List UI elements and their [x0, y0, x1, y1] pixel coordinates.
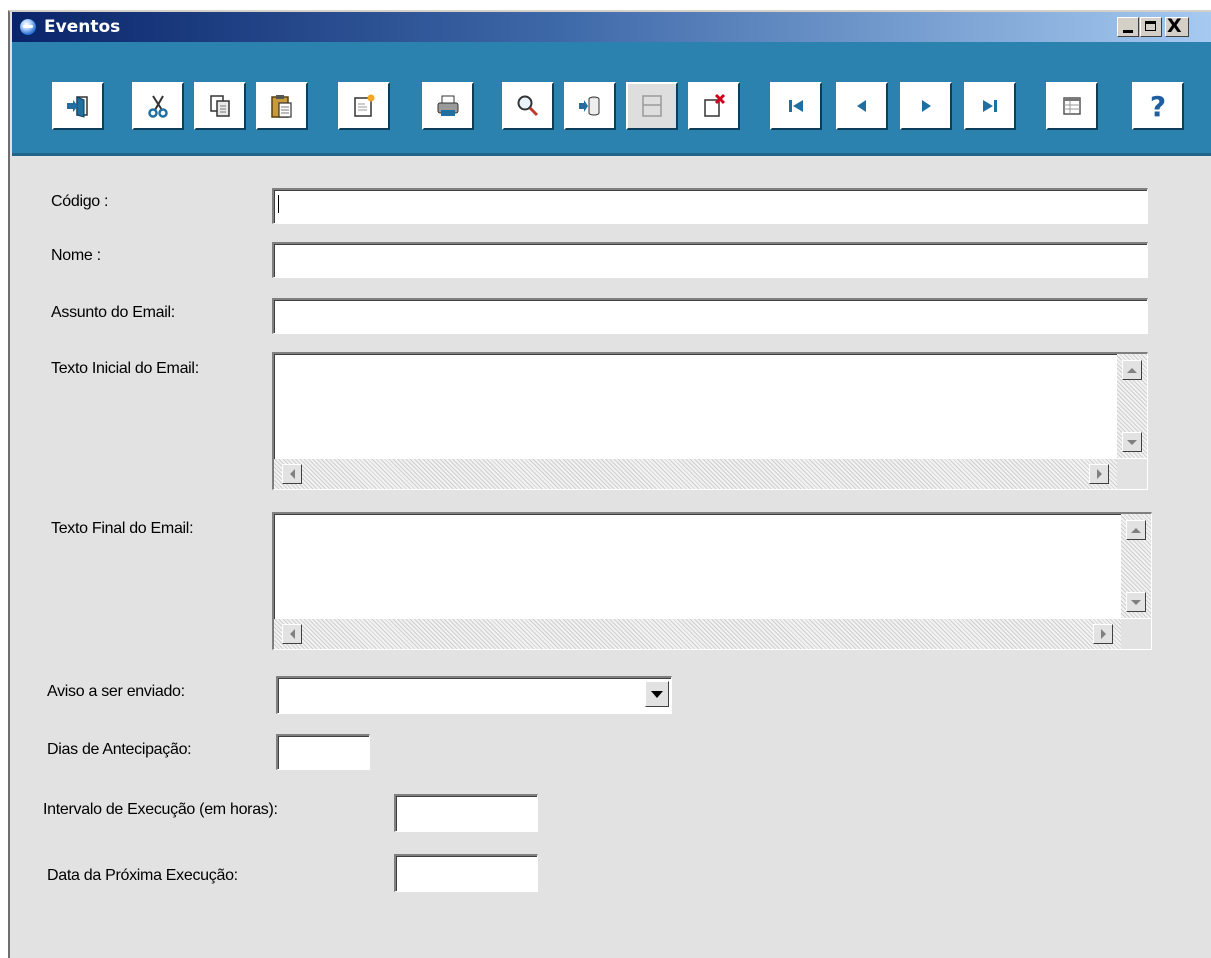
assunto-input[interactable] — [272, 298, 1148, 334]
magnifier-icon — [517, 95, 539, 117]
aviso-select[interactable] — [276, 676, 672, 714]
text-caret — [278, 195, 279, 213]
intervalo-label: Intervalo de Execução (em horas): — [43, 801, 278, 818]
horizontal-scrollbar[interactable] — [274, 459, 1117, 489]
assunto-label: Assunto do Email: — [51, 304, 175, 321]
scroll-down-button[interactable] — [1122, 432, 1142, 452]
texto-final-textarea[interactable] — [272, 512, 1152, 650]
texto-inicial-textarea[interactable] — [272, 352, 1148, 490]
last-record-button[interactable] — [964, 82, 1016, 130]
scroll-corner — [1121, 619, 1151, 649]
scroll-down-button[interactable] — [1126, 592, 1146, 612]
nome-input[interactable] — [272, 242, 1148, 278]
codigo-input[interactable] — [272, 188, 1148, 224]
scroll-up-icon — [1127, 367, 1137, 373]
last-record-icon — [983, 100, 997, 112]
scroll-left-icon — [289, 629, 295, 639]
previous-record-button[interactable] — [836, 82, 888, 130]
intervalo-input[interactable] — [394, 794, 538, 832]
data-proxima-label: Data da Próxima Execução: — [47, 867, 238, 884]
copy-button[interactable] — [194, 82, 246, 130]
scissors-icon — [148, 95, 168, 118]
first-record-button[interactable] — [770, 82, 822, 130]
app-icon — [20, 19, 36, 35]
grid-icon — [1063, 97, 1081, 115]
new-record-icon — [354, 94, 375, 117]
scroll-up-button[interactable] — [1122, 360, 1142, 380]
data-proxima-input[interactable] — [394, 854, 538, 892]
scroll-down-icon — [1127, 439, 1137, 445]
texto-final-label: Texto Final do Email: — [51, 520, 194, 537]
next-record-icon — [922, 100, 931, 112]
texto-inicial-label: Texto Inicial do Email: — [51, 360, 199, 377]
dias-label: Dias de Antecipação: — [47, 741, 192, 758]
nome-label: Nome : — [51, 247, 101, 264]
scroll-right-button[interactable] — [1089, 464, 1109, 484]
save-database-icon — [579, 96, 600, 116]
title-bar[interactable]: Eventos X — [12, 12, 1211, 42]
minimize-button[interactable] — [1117, 17, 1139, 37]
paste-button[interactable] — [256, 82, 308, 130]
scroll-left-icon — [289, 469, 295, 479]
print-button[interactable] — [422, 82, 474, 130]
delete-button[interactable] — [688, 82, 740, 130]
new-record-button[interactable] — [338, 82, 390, 130]
scroll-left-button[interactable] — [282, 464, 302, 484]
previous-record-icon — [857, 100, 866, 112]
exit-door-icon — [67, 96, 88, 118]
save-button[interactable] — [564, 82, 616, 130]
eventos-window: Eventos X ? Código: Nome: Assunto do E… — [8, 10, 1211, 958]
exit-button[interactable] — [52, 82, 104, 130]
delete-icon — [704, 93, 726, 117]
scroll-up-icon — [1131, 527, 1141, 533]
cut-button[interactable] — [132, 82, 184, 130]
printer-icon — [437, 95, 459, 116]
maximize-icon — [1145, 21, 1156, 31]
toolbar: ? — [12, 42, 1211, 156]
scroll-left-button[interactable] — [282, 624, 302, 644]
grid-view-button[interactable] — [1046, 82, 1098, 130]
paste-icon — [271, 95, 292, 118]
horizontal-scrollbar[interactable] — [274, 619, 1121, 649]
first-record-icon — [789, 100, 803, 112]
dropdown-button[interactable] — [645, 681, 669, 707]
copy-icon — [210, 95, 230, 117]
vertical-scrollbar[interactable] — [1121, 514, 1151, 618]
maximize-button[interactable] — [1140, 17, 1162, 37]
minimize-icon — [1123, 30, 1133, 33]
codigo-label: Código : — [51, 193, 109, 210]
scroll-down-icon — [1131, 599, 1141, 605]
scroll-right-icon — [1096, 469, 1102, 479]
form-icon — [642, 95, 662, 117]
close-button[interactable]: X — [1165, 15, 1189, 37]
chevron-down-icon — [651, 690, 663, 698]
next-record-button[interactable] — [900, 82, 952, 130]
close-icon: X — [1167, 15, 1182, 37]
scroll-right-icon — [1100, 629, 1106, 639]
aviso-label: Aviso a ser enviado: — [47, 683, 185, 700]
help-button[interactable]: ? — [1132, 82, 1184, 130]
search-button[interactable] — [502, 82, 554, 130]
scroll-right-button[interactable] — [1093, 624, 1113, 644]
cancel-edit-button[interactable] — [626, 82, 678, 130]
vertical-scrollbar[interactable] — [1117, 354, 1147, 458]
scroll-corner — [1117, 459, 1147, 489]
help-icon: ? — [1149, 89, 1167, 123]
scroll-up-button[interactable] — [1126, 520, 1146, 540]
window-title: Eventos — [44, 17, 121, 37]
dias-input[interactable] — [276, 734, 370, 770]
